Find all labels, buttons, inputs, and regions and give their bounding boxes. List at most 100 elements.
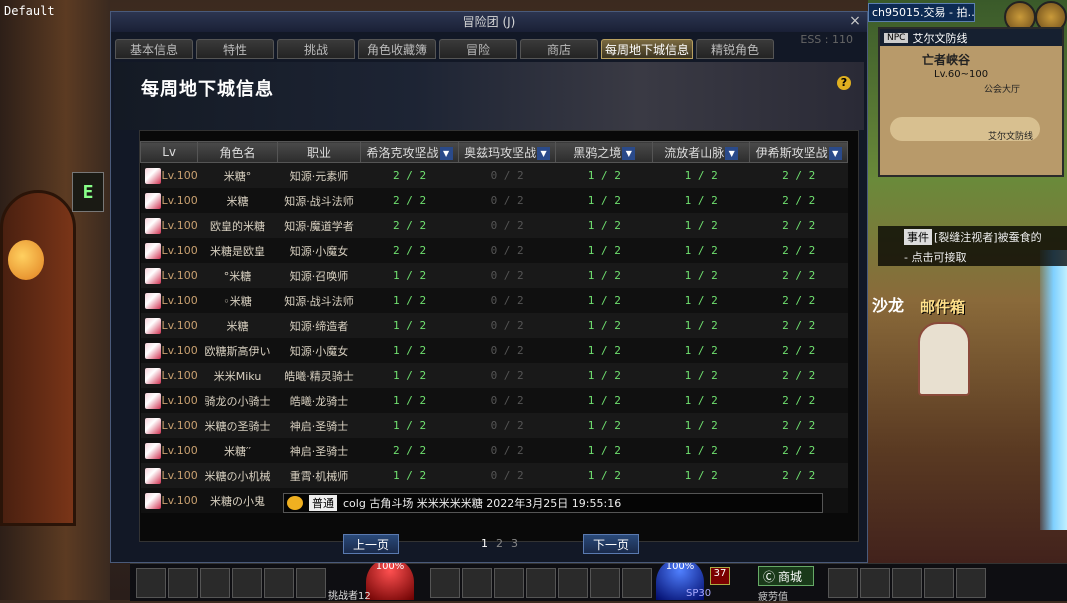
dungeon-progress: 2 / 2 [360, 238, 459, 263]
character-job: 知源·战斗法师 [277, 288, 361, 313]
area-title: 亡者峡谷 [922, 53, 971, 67]
tab-collection[interactable]: 角色收藏簿 [358, 39, 436, 59]
page-number[interactable]: 2 [496, 537, 503, 550]
skill-slot-7[interactable] [622, 568, 652, 598]
event-notice[interactable]: 事件 [裂缝注视者]被蚕食的 - 点击可接取 [878, 226, 1067, 266]
table-row[interactable]: Lv.100 米糖の小机械 重霄·机械师 1 / 20 / 21 / 21 / 22 … [140, 463, 848, 488]
table-row[interactable]: Lv.100 米糖′′ 神启·圣骑士 2 / 20 / 21 / 21 / 22 / … [140, 438, 848, 463]
menu-slot-5[interactable] [956, 568, 986, 598]
header-dungeon-1[interactable]: 希洛克攻坚战 ▼ [360, 141, 459, 163]
sp-label: SP30 [686, 588, 712, 599]
tab-traits[interactable]: 特性 [196, 39, 274, 59]
level-text: Lv.100 [161, 243, 198, 257]
table-row[interactable]: Lv.100 米糖是欧皇 知源·小魔女 2 / 20 / 21 / 21 / 22 /… [140, 238, 848, 263]
menu-slot-4[interactable] [924, 568, 954, 598]
tab-elite-characters[interactable]: 精锐角色 [696, 39, 774, 59]
channel-bar[interactable]: ch95015.交易 - 拍… [868, 3, 975, 22]
table-row[interactable]: Lv.100 欧糖斯高伊い 知源·小魔女 1 / 20 / 21 / 21 / 22 … [140, 338, 848, 363]
skill-slot-3[interactable] [494, 568, 524, 598]
quick-slot-2[interactable] [168, 568, 198, 598]
character-name: 米糖° [197, 162, 278, 188]
mascot-npc[interactable] [8, 240, 44, 280]
row-level: Lv.100 [140, 313, 198, 338]
menu-slot-1[interactable] [828, 568, 858, 598]
tab-basic-info[interactable]: 基本信息 [115, 39, 193, 59]
dungeon-progress: 1 / 2 [652, 188, 750, 213]
character-name: 米糖 [197, 188, 278, 213]
window-titlebar[interactable]: 冒险团 (J) × [111, 12, 867, 32]
table-row[interactable]: Lv.100 ◦米糖 知源·战斗法师 1 / 20 / 21 / 21 / 22 / … [140, 288, 848, 313]
window-title: 冒险团 (J) [462, 15, 516, 29]
menu-slot-3[interactable] [892, 568, 922, 598]
character-name: ◦米糖 [197, 288, 278, 313]
character-name: 米糖の圣骑士 [197, 413, 278, 438]
notification-badge[interactable]: 37 [710, 567, 730, 585]
quick-slot-6[interactable] [296, 568, 326, 598]
skill-slot-4[interactable] [526, 568, 556, 598]
header-name[interactable]: 角色名 [197, 141, 278, 163]
table-row[interactable]: Lv.100 欧皇的米糖 知源·魔道学者 2 / 20 / 21 / 21 / 22 … [140, 213, 848, 238]
character-job: 神启·圣骑士 [277, 413, 361, 438]
header-dungeon-1-label: 希洛克攻坚战 [366, 145, 439, 160]
dungeon-progress: 1 / 2 [360, 388, 459, 413]
chat-channel[interactable]: 普通 [309, 495, 337, 511]
row-level: Lv.100 [140, 238, 198, 263]
header-lv[interactable]: Lv [139, 141, 199, 163]
dungeon-progress: 1 / 2 [555, 162, 653, 188]
dropdown-arrow-icon[interactable]: ▼ [537, 146, 551, 160]
portal-crystal[interactable] [1040, 250, 1067, 530]
header-dungeon-2[interactable]: 奥兹玛攻坚战 ▼ [457, 141, 557, 163]
dropdown-arrow-icon[interactable]: ▼ [828, 146, 842, 160]
tab-weekly-dungeon[interactable]: 每周地下城信息 [601, 39, 693, 59]
table-row[interactable]: Lv.100 米米Miku 皓曦·精灵骑士 1 / 20 / 21 / 21 / 22… [140, 363, 848, 388]
tab-challenge[interactable]: 挑战 [277, 39, 355, 59]
dungeon-progress: 1 / 2 [360, 263, 459, 288]
table-row[interactable]: Lv.100 °米糖 知源·召唤师 1 / 20 / 21 / 21 / 22 / 2 [140, 263, 848, 288]
close-icon[interactable]: × [847, 13, 863, 29]
row-level: Lv.100 [140, 213, 198, 238]
page-number[interactable]: 1 [481, 537, 488, 550]
skill-slot-6[interactable] [590, 568, 620, 598]
skill-slot-5[interactable] [558, 568, 588, 598]
npc-tag[interactable]: NPC [884, 32, 909, 43]
table-row[interactable]: Lv.100 米糖° 知源·元素师 2 / 20 / 21 / 21 / 22 / 2 [140, 162, 848, 188]
level-text: Lv.100 [161, 193, 198, 207]
header-dungeon-4[interactable]: 流放者山脉 ▼ [652, 141, 751, 163]
table-row[interactable]: Lv.100 米糖 知源·战斗法师 2 / 20 / 21 / 21 / 22 / 2 [140, 188, 848, 213]
dropdown-arrow-icon[interactable]: ▼ [725, 146, 739, 160]
table-row[interactable]: Lv.100 米糖の圣骑士 神启·圣骑士 1 / 20 / 21 / 21 / 22 … [140, 413, 848, 438]
mailbox-object[interactable] [918, 322, 970, 396]
dungeon-progress: 2 / 2 [360, 188, 459, 213]
header-dungeon-3[interactable]: 黑鸦之境 ▼ [555, 141, 654, 163]
header-dungeon-5[interactable]: 伊希斯攻坚战 ▼ [749, 141, 848, 163]
tab-adventure[interactable]: 冒险 [439, 39, 517, 59]
page-number[interactable]: 3 [511, 537, 518, 550]
minimap[interactable]: NPC 艾尔文防线 亡者峡谷 Lv.60~100 公会大厅 艾尔文防线 [878, 27, 1064, 177]
help-icon[interactable]: ? [837, 76, 851, 90]
dungeon-progress: 0 / 2 [458, 288, 556, 313]
table-row[interactable]: Lv.100 骑龙の小骑士 皓曦·龙骑士 1 / 20 / 21 / 21 / 22 … [140, 388, 848, 413]
menu-slot-2[interactable] [860, 568, 890, 598]
quick-slot-3[interactable] [200, 568, 230, 598]
chat-bar[interactable]: 普通 colg 古角斗场 米米米米米糖 2022年3月25日 19:55:16 [283, 493, 823, 513]
header-job[interactable]: 职业 [276, 141, 362, 163]
event-subtext: - 点击可接取 [904, 251, 967, 264]
level-text: Lv.100 [161, 293, 198, 307]
dropdown-arrow-icon[interactable]: ▼ [439, 146, 453, 160]
dropdown-arrow-icon[interactable]: ▼ [622, 146, 636, 160]
dungeon-progress: 2 / 2 [749, 238, 848, 263]
quick-slot-1[interactable] [136, 568, 166, 598]
tab-shop[interactable]: 商店 [520, 39, 598, 59]
skill-slot-1[interactable] [430, 568, 460, 598]
next-page-button[interactable]: 下一页 [583, 534, 639, 554]
emoji-icon[interactable] [287, 496, 303, 510]
table-row[interactable]: Lv.100 米糖 知源·缔造者 1 / 20 / 21 / 21 / 22 / 2 [140, 313, 848, 338]
quick-slot-5[interactable] [264, 568, 294, 598]
quick-slot-4[interactable] [232, 568, 262, 598]
level-text: Lv.100 [161, 268, 198, 282]
dungeon-progress: 2 / 2 [749, 213, 848, 238]
shop-button[interactable]: Ⓒ 商城 [758, 566, 814, 586]
skill-slot-2[interactable] [462, 568, 492, 598]
prev-page-button[interactable]: 上一页 [343, 534, 399, 554]
dungeon-progress: 1 / 2 [360, 463, 459, 488]
